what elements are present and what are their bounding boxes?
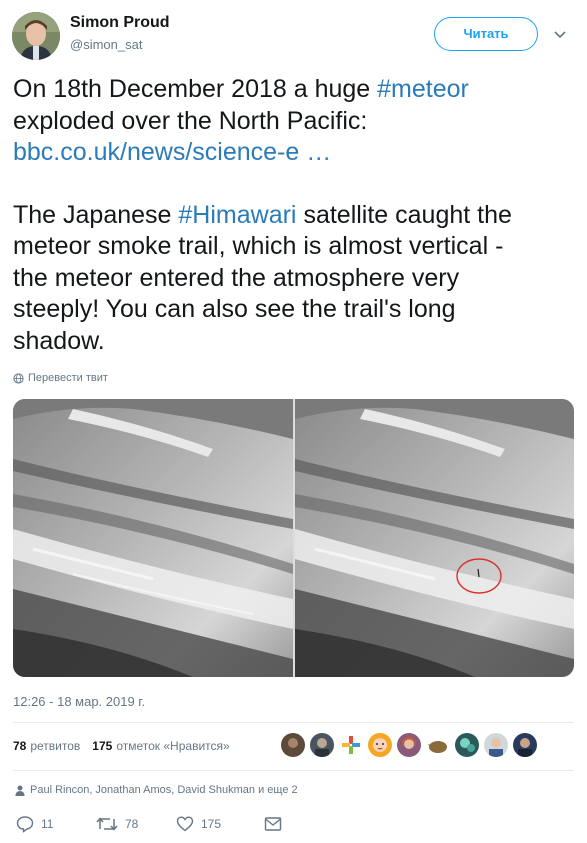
liker-avatar[interactable] [281,733,305,757]
likes-count: 175 [92,739,113,753]
tweet-text-segment: meteor smoke trail, which is almost vert… [13,232,504,260]
retweet-icon [96,817,118,831]
heart-icon [176,816,194,832]
like-button[interactable]: 175 [176,815,264,833]
liker-avatar[interactable] [513,733,537,757]
tweet-timestamp[interactable]: 12:26 - 18 мар. 2019 г. [13,694,145,709]
tweet-actions: 11 78 175 [16,813,282,835]
satellite-image-left[interactable] [13,399,293,677]
retweet-count: 78 [125,817,139,831]
envelope-icon [264,817,282,831]
hashtag-meteor-link[interactable]: #meteor [377,75,469,103]
likes-stat[interactable]: 175 отметок «Нравится» [92,739,229,753]
retweets-label: ретвитов [30,739,81,753]
tweet-header: Simon Proud @simon_sat Читать [0,0,587,70]
retweet-button[interactable]: 78 [96,815,176,833]
chevron-down-icon[interactable] [552,26,568,42]
liker-avatar[interactable] [397,733,421,757]
tweet-media[interactable] [13,399,574,677]
replying-to[interactable]: Paul Rincon, Jonathan Amos, David Shukma… [15,784,298,796]
reply-icon [16,816,34,833]
author-avatar[interactable] [12,12,60,60]
direct-message-button[interactable] [264,816,282,832]
author-name[interactable]: Simon Proud [70,14,170,32]
bbc-article-link[interactable]: bbc.co.uk/news/science-e … [13,138,331,166]
retweets-stat[interactable]: 78 ретвитов [13,739,80,753]
tweet-text-segment: satellite caught the [296,200,512,229]
tweet-text-segment: On 18th December 2018 a huge [13,75,378,103]
tweet-text-segment: The Japanese [13,200,179,229]
hashtag-himawari-link[interactable]: #Himawari [178,201,296,229]
globe-icon [13,372,24,384]
divider [13,770,574,771]
like-count: 175 [201,817,222,831]
tweet-text-segment: exploded over the North Pacific: [13,106,368,135]
likes-label: отметок «Нравится» [116,739,230,753]
tweet-text-segment: shadow. [13,326,105,355]
liker-avatar[interactable] [368,733,392,757]
tweet-text-segment: the meteor entered the atmosphere very [13,263,460,292]
liker-avatar[interactable] [426,733,450,757]
translate-label: Перевести твит [28,372,108,384]
translate-tweet-button[interactable]: Перевести твит [13,372,108,384]
satellite-image-right[interactable] [294,399,575,677]
replying-to-text: Paul Rincon, Jonathan Amos, David Shukma… [30,784,298,796]
liker-avatar[interactable] [310,733,334,757]
reply-button[interactable]: 11 [16,815,96,833]
person-icon [15,785,25,796]
reply-count: 11 [41,817,54,831]
liker-avatar[interactable] [484,733,508,757]
divider [13,722,574,723]
follow-button[interactable]: Читать [434,17,538,51]
author-handle[interactable]: @simon_sat [70,37,142,52]
tweet-text-segment: steeply! You can also see the trail's lo… [13,295,456,323]
tweet-text: On 18th December 2018 a huge #meteor exp… [13,74,578,357]
likers-avatars [281,733,537,757]
retweets-count: 78 [13,739,27,753]
liker-avatar[interactable] [455,733,479,757]
liker-avatar[interactable] [339,733,363,757]
tweet-stats: 78 ретвитов 175 отметок «Нравится» [13,731,242,761]
